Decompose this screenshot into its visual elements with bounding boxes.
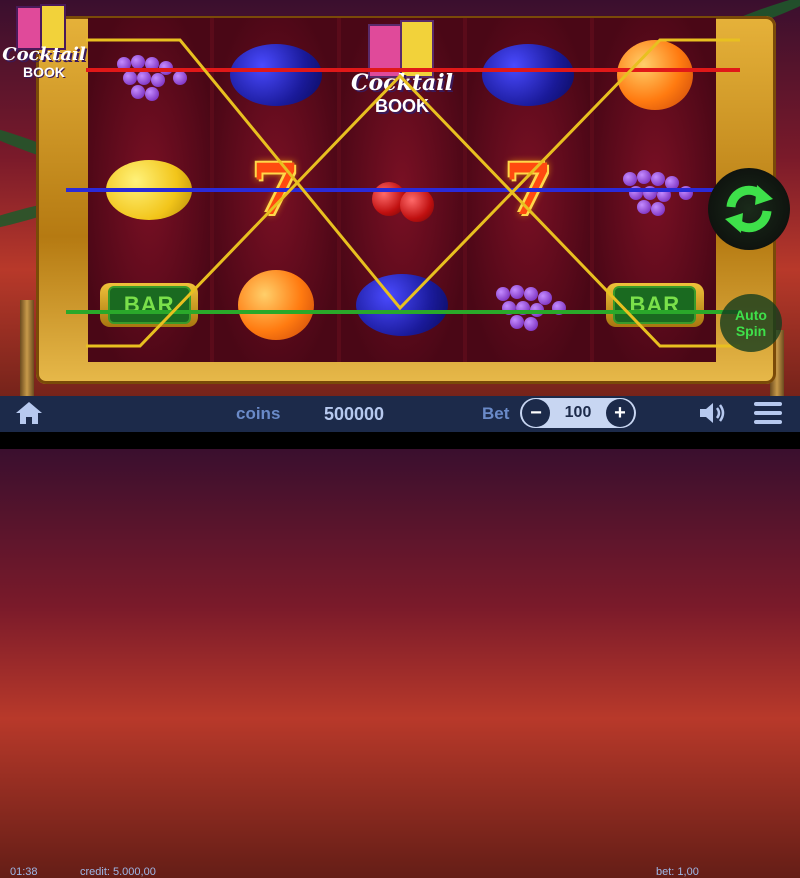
autospin-button[interactable]: Auto Spin [720, 294, 782, 352]
logo-title: Cocktail [2, 44, 86, 65]
coins-label: coins [236, 404, 281, 423]
autospin-label-1: Auto [735, 307, 767, 323]
grapes-symbol [476, 257, 580, 353]
reel-5: BAR [593, 18, 717, 362]
book-subtitle: BOOK [375, 96, 430, 117]
spin-button[interactable] [708, 168, 790, 250]
bet-stepper: − 100 + [520, 398, 636, 428]
reel-1: BAR [88, 18, 211, 362]
hamburger-menu-icon[interactable] [754, 402, 782, 426]
orange-symbol [603, 27, 707, 123]
book-title: Cocktail [351, 70, 453, 97]
bet-increase-button[interactable]: + [605, 399, 634, 427]
bet-decrease-button[interactable]: − [522, 399, 550, 427]
logo-subtitle: BOOK [23, 64, 65, 80]
bet-label: Bet [482, 404, 510, 423]
cherries-symbol [350, 142, 454, 238]
reel-3: Cocktail BOOK [340, 18, 464, 362]
speaker-icon[interactable] [698, 400, 728, 426]
bet-value: 100 [564, 404, 592, 421]
reels: BAR 7 Cocktail BOOK 7 BAR [88, 18, 717, 362]
plum-symbol [350, 257, 454, 353]
clock: 01:38 [10, 866, 38, 878]
credit-text: credit: 5.000,00 [80, 866, 156, 878]
lemon-symbol [97, 142, 201, 238]
grapes-symbol [97, 27, 201, 123]
coins-value: 500000 [324, 404, 385, 424]
control-bar [0, 396, 800, 432]
seven-symbol: 7 [504, 148, 553, 232]
reel-4: 7 [467, 18, 590, 362]
bar-symbol: BAR [603, 257, 707, 353]
game-logo: Cocktail BOOK [2, 4, 86, 84]
seven-symbol: 7 [251, 148, 300, 232]
info-bar: 01:38 credit: 5.000,00 bet: 1,00 [0, 432, 800, 878]
home-icon[interactable] [14, 400, 44, 426]
plum-symbol [476, 27, 580, 123]
plum-symbol [224, 27, 328, 123]
bar-symbol: BAR [97, 257, 201, 353]
reel-2: 7 [214, 18, 337, 362]
orange-symbol [224, 257, 328, 353]
bamboo-pole [20, 300, 34, 400]
refresh-icon [725, 185, 773, 233]
cocktail-book-symbol: Cocktail BOOK [350, 20, 454, 123]
bet-text: bet: 1,00 [656, 866, 699, 878]
autospin-label-2: Spin [735, 323, 767, 339]
grapes-symbol [603, 142, 707, 238]
